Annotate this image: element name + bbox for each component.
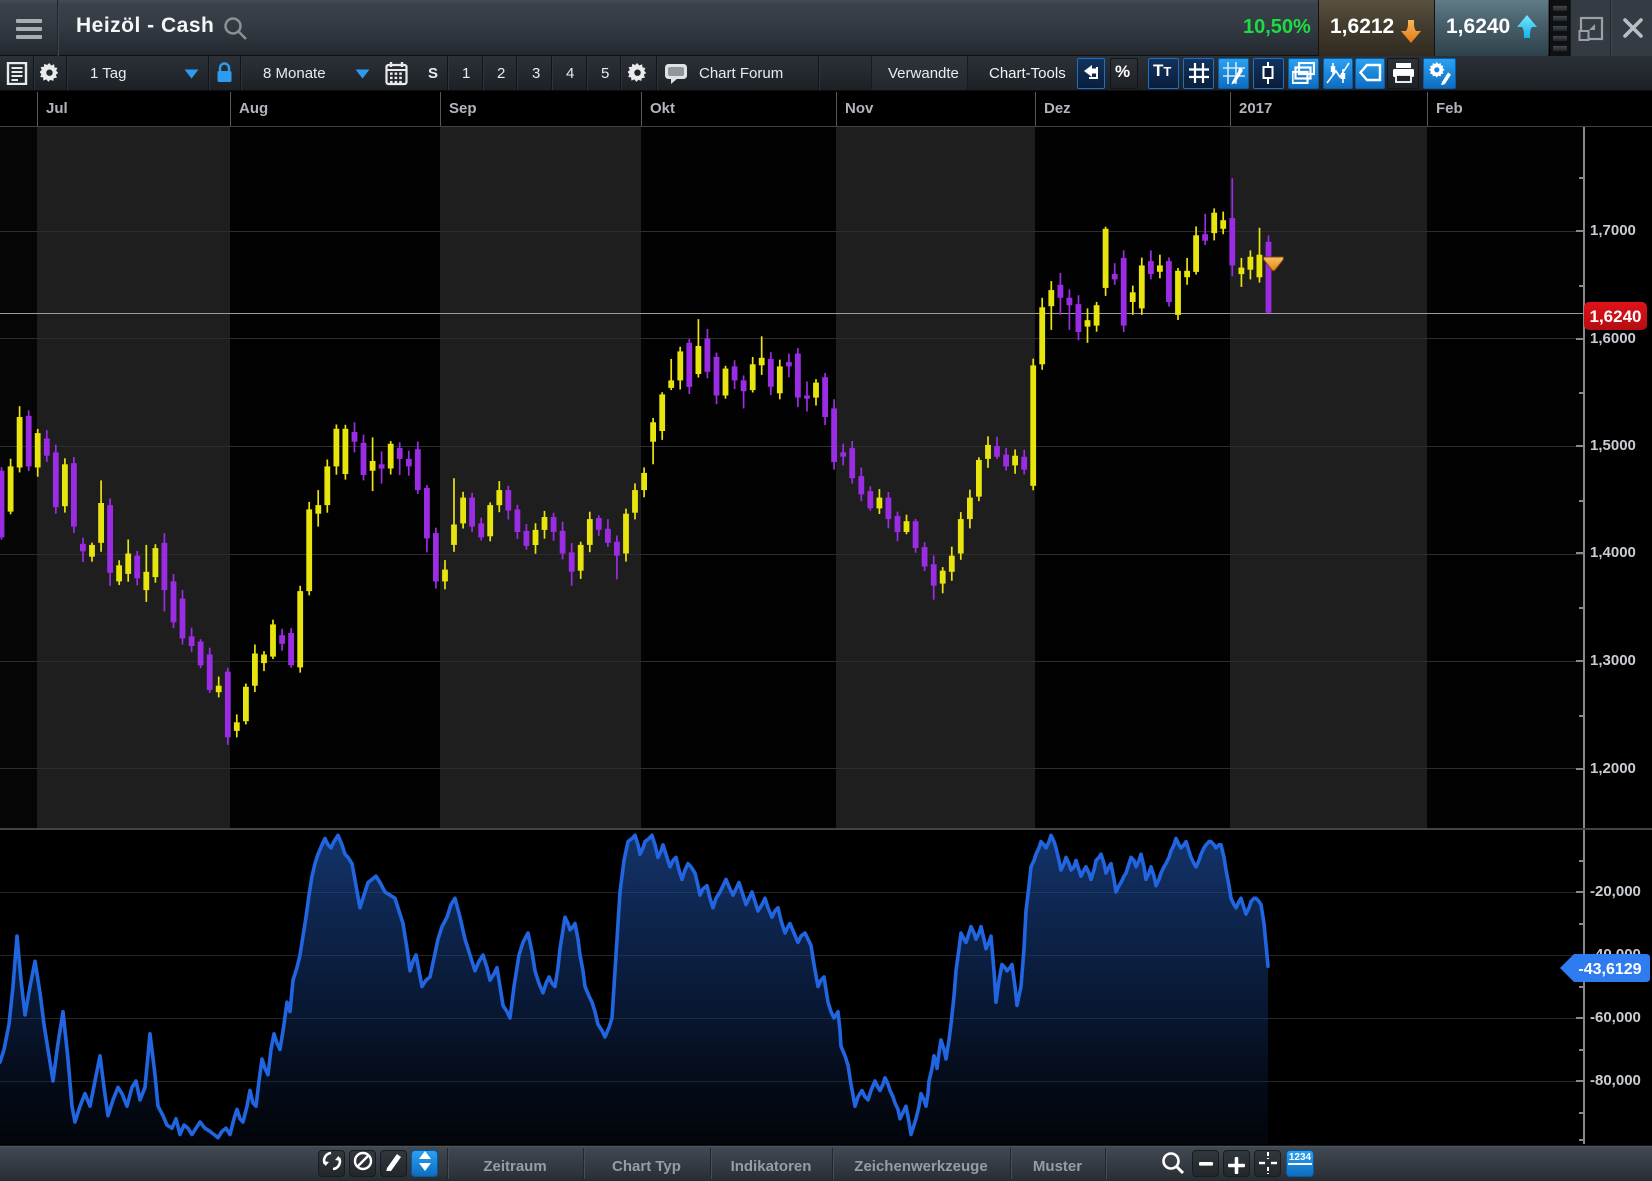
svg-text:-43,6129: -43,6129 (1578, 961, 1641, 978)
